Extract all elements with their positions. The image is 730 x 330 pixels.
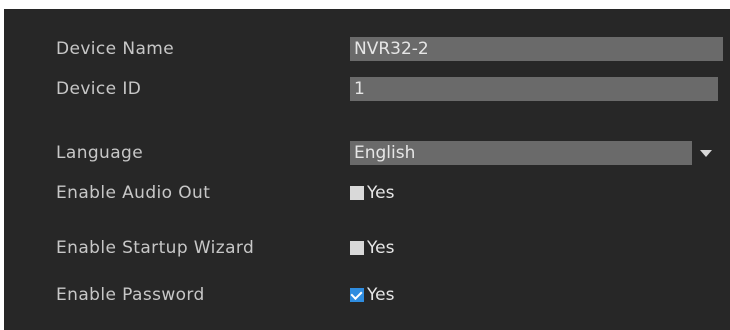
device-name-row: Device Name NVR32-2 [4,34,730,64]
startup-wizard-checkbox-group[interactable]: Yes [350,233,394,263]
device-name-label: Device Name [56,39,175,59]
audio-out-label: Enable Audio Out [56,183,211,203]
chevron-down-icon[interactable] [692,141,720,165]
language-select[interactable]: English [350,141,720,165]
device-id-label: Device ID [56,79,142,99]
audio-out-checkbox-group[interactable]: Yes [350,178,394,208]
startup-wizard-checkbox[interactable] [350,241,364,255]
device-id-input[interactable]: 1 [350,77,718,101]
language-row: Language English [4,138,730,168]
startup-wizard-option-label[interactable]: Yes [367,233,394,263]
password-checkbox-group[interactable]: Yes [350,280,394,310]
language-label: Language [56,143,144,163]
startup-wizard-label: Enable Startup Wizard [56,238,255,258]
password-row: Enable Password Yes [4,280,730,310]
password-option-label[interactable]: Yes [367,280,394,310]
device-id-row: Device ID 1 [4,74,730,104]
language-selected-value: English [354,143,416,163]
audio-out-row: Enable Audio Out Yes [4,178,730,208]
audio-out-option-label[interactable]: Yes [367,178,394,208]
password-label: Enable Password [56,285,205,305]
device-name-input[interactable]: NVR32-2 [350,37,723,61]
audio-out-checkbox[interactable] [350,186,364,200]
startup-wizard-row: Enable Startup Wizard Yes [4,233,730,263]
system-settings-panel: Device Name NVR32-2 Device ID 1 Language… [4,9,730,330]
password-checkbox[interactable] [350,288,364,302]
